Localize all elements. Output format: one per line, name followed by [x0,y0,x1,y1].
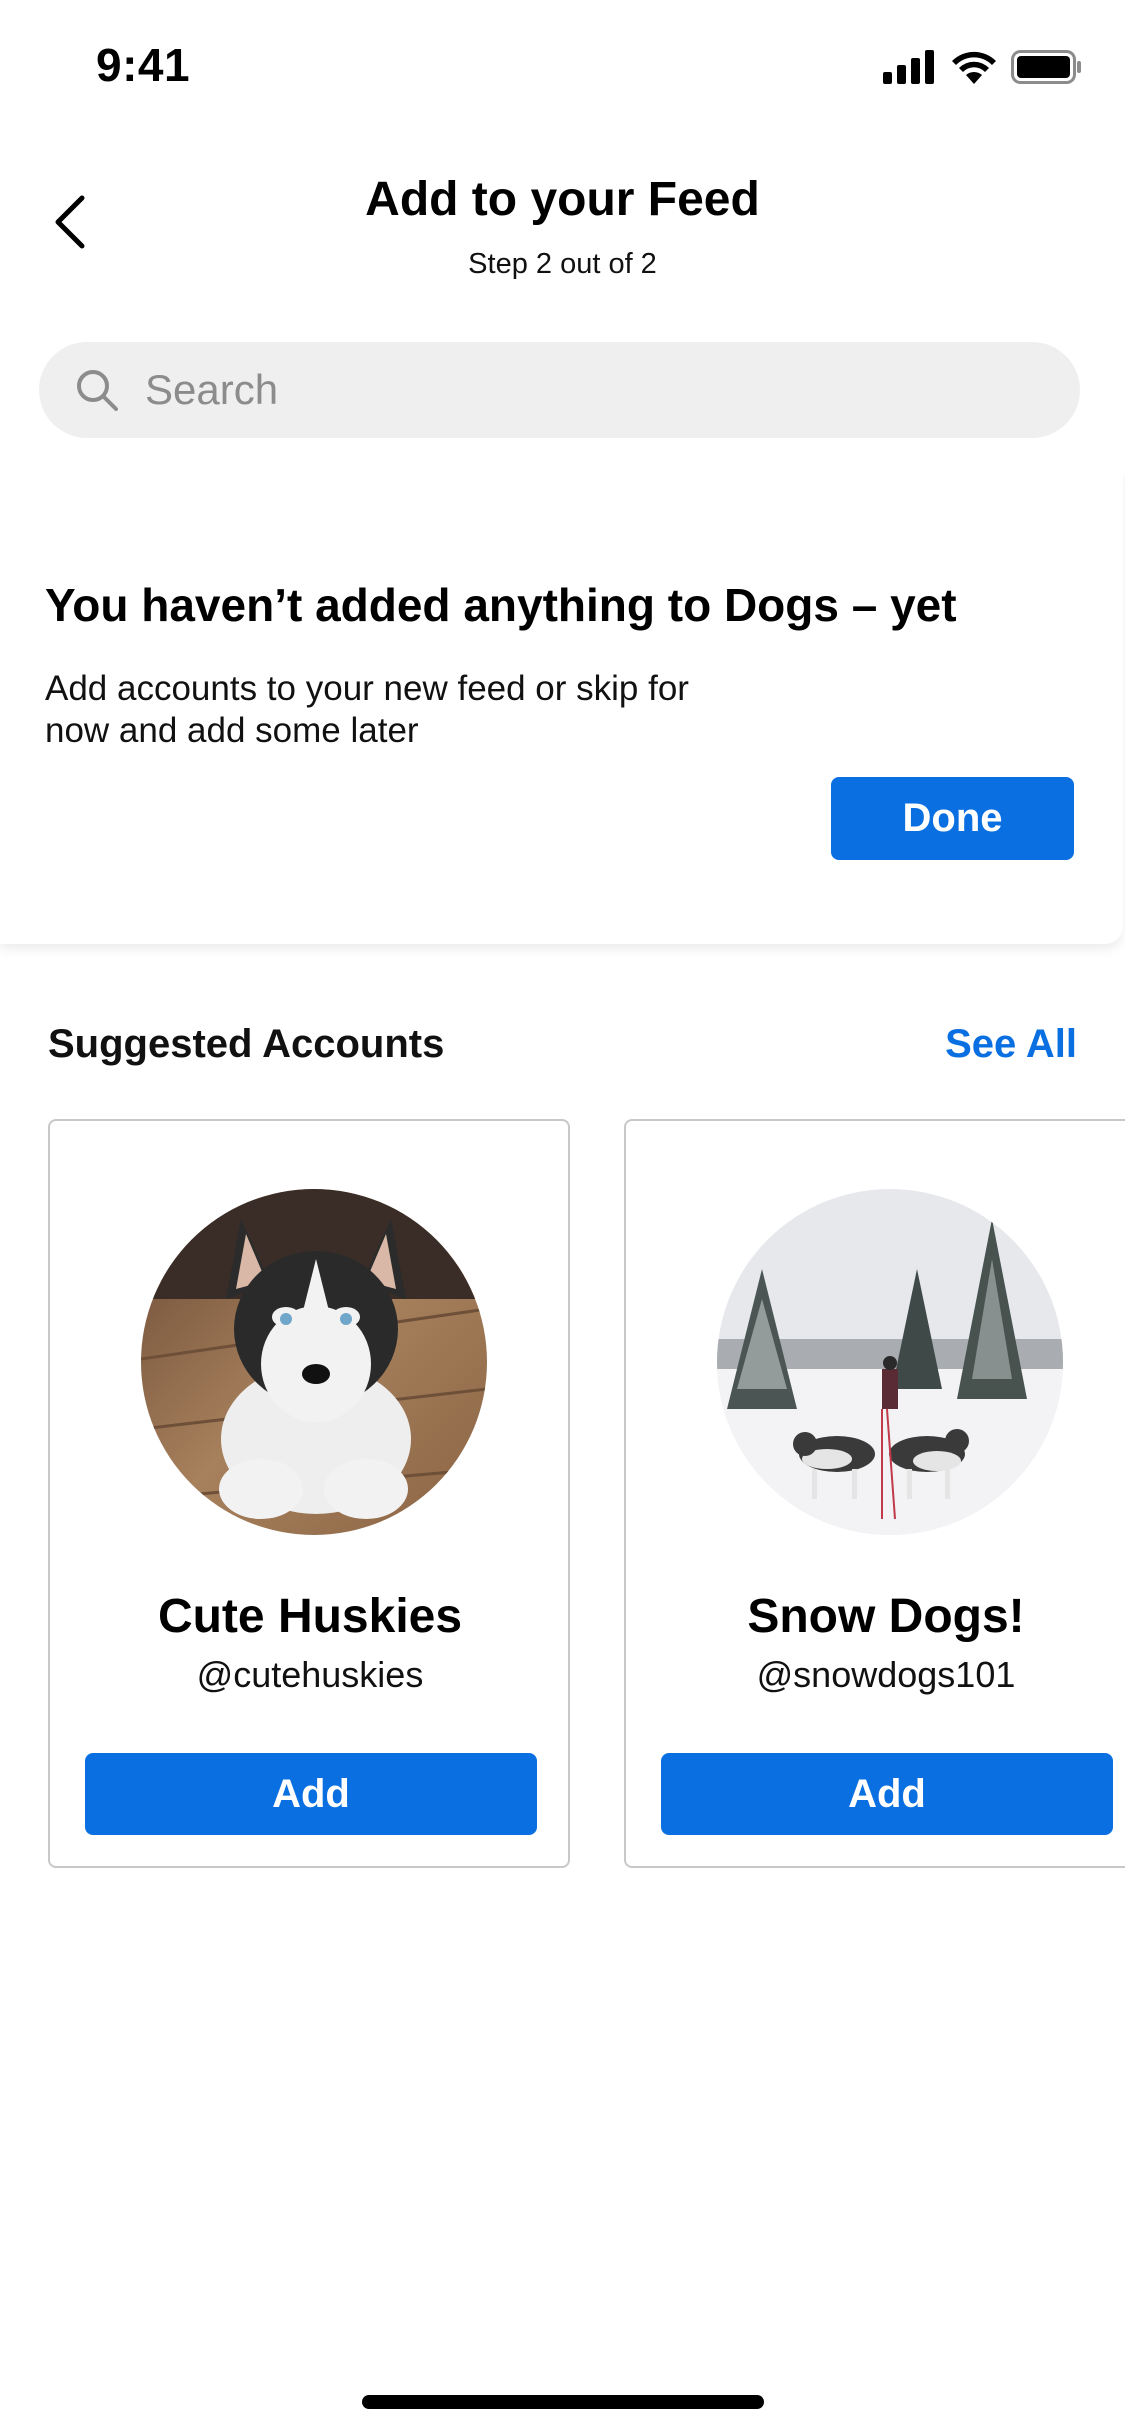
wifi-icon [952,51,996,84]
account-card[interactable]: Cute Huskies @cutehuskies Add [48,1119,570,1868]
status-icons [883,50,1083,84]
account-handle: @cutehuskies [196,1654,424,1695]
add-account-button[interactable]: Add [85,1753,537,1835]
search-input[interactable] [145,366,1045,414]
status-time: 9:41 [96,39,191,91]
page-title: Add to your Feed [365,173,760,226]
status-bar: 9:41 [0,0,1125,135]
battery-icon [1011,50,1081,84]
account-name: Snow Dogs! [747,1590,1025,1643]
search-bar[interactable] [39,342,1080,438]
see-all-link[interactable]: See All [945,1022,1077,1067]
empty-feed-description: Add accounts to your new feed or skip fo… [45,669,689,750]
step-indicator: Step 2 out of 2 [468,248,657,280]
empty-feed-title: You haven’t added anything to Dogs – yet [45,579,957,631]
avatar [141,1189,487,1535]
avatar [717,1189,1063,1535]
account-name: Cute Huskies [157,1590,463,1643]
search-icon [77,370,118,411]
account-card[interactable]: Snow Dogs! @snowdogs101 Add [624,1119,1125,1868]
husky-puppy-photo [141,1189,487,1535]
sled-dogs-snow-photo [717,1189,1063,1535]
done-button[interactable]: Done [831,777,1074,860]
add-account-button[interactable]: Add [661,1753,1113,1835]
header: Add to your Feed Step 2 out of 2 [0,150,1125,300]
home-indicator[interactable] [362,2395,764,2409]
empty-feed-card: You haven’t added anything to Dogs – yet… [0,470,1123,944]
account-handle: @snowdogs101 [756,1654,1016,1695]
suggested-accounts-heading: Suggested Accounts [48,1022,445,1066]
cellular-signal-icon [883,50,934,84]
